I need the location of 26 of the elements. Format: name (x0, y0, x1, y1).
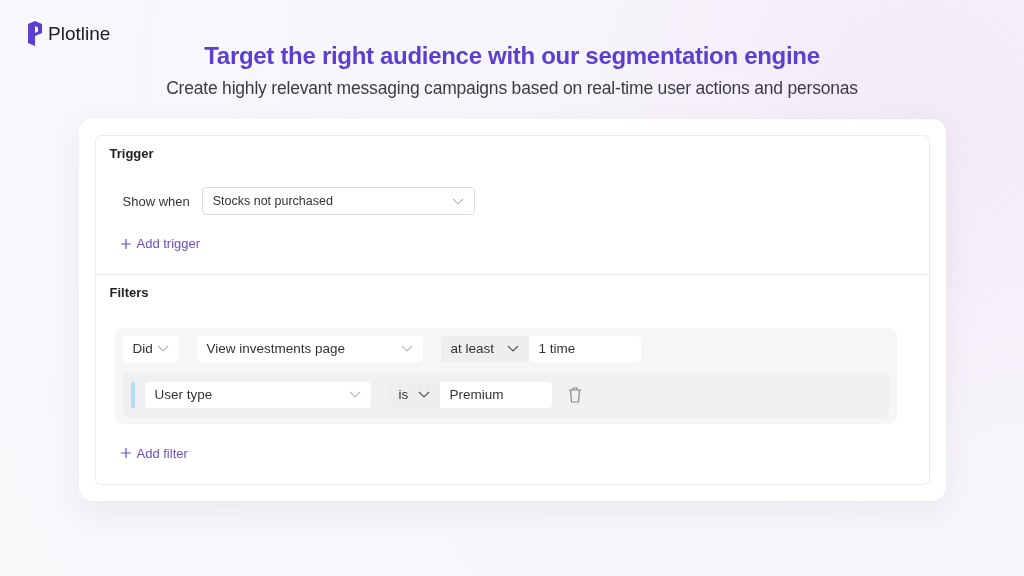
indent-bar (130, 381, 135, 408)
property-select[interactable]: User type (144, 381, 371, 408)
plus-icon (120, 238, 131, 249)
plus-icon (120, 448, 131, 459)
logo-icon (28, 21, 44, 46)
section-title: Filters (109, 284, 150, 300)
chevron-down-icon (417, 391, 430, 399)
brand-name: Plotline (48, 22, 111, 45)
trash-icon[interactable] (567, 386, 582, 403)
event-select[interactable]: View investments page (196, 335, 423, 362)
subtitle: Create highly relevant messaging campaigns based on real-time user actions and personas (166, 78, 858, 99)
add-filter-link[interactable]: Add filter (120, 445, 188, 461)
field-label: Show when (122, 193, 190, 209)
trigger-select[interactable]: Stocks not purchased (201, 187, 475, 215)
operator-select[interactable]: at least (440, 335, 529, 362)
chevron-down-icon (451, 197, 464, 205)
chevron-down-icon (348, 391, 361, 399)
chevron-down-icon (400, 345, 413, 353)
chevron-down-icon (506, 345, 519, 353)
value-field[interactable]: Premium (439, 381, 552, 408)
chevron-down-icon (156, 345, 169, 353)
headline: Target the right audience with our segmentation engine (204, 42, 820, 70)
section-title: Trigger (109, 146, 155, 161)
add-trigger-link[interactable]: Add trigger (120, 236, 201, 251)
verb-select[interactable]: Did (122, 335, 179, 362)
count-field[interactable]: 1 time (528, 335, 641, 362)
